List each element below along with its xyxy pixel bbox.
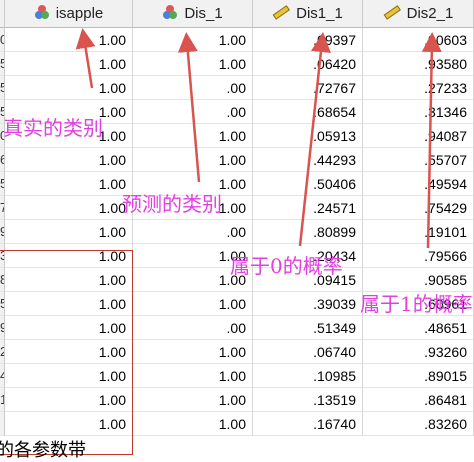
table-cell[interactable]: 1.00 xyxy=(5,148,133,172)
table-cell[interactable]: 1.00 xyxy=(5,172,133,196)
column-header-isapple[interactable]: isapple xyxy=(5,0,133,28)
table-cell[interactable]: .19101 xyxy=(363,220,474,244)
table-cell[interactable]: .72767 xyxy=(253,76,363,100)
column-header-label: Dis2_1 xyxy=(406,5,454,22)
table-cell[interactable]: .51349 xyxy=(253,316,363,340)
column-header-dis2-1[interactable]: Dis2_1 xyxy=(363,0,474,28)
table-cell[interactable]: 1.00 xyxy=(133,148,253,172)
annotation-pred-class: 预测的类别 xyxy=(122,192,222,216)
table-cell[interactable]: .27233 xyxy=(363,76,474,100)
annotation-bottom-text: 的各参数带 xyxy=(0,440,86,461)
table-cell[interactable]: 1.00 xyxy=(5,76,133,100)
table-cell[interactable]: 1.00 xyxy=(5,220,133,244)
table-cell[interactable]: .49594 xyxy=(363,172,474,196)
table-cell[interactable]: .90603 xyxy=(363,28,474,52)
table-cell[interactable]: 1.00 xyxy=(133,124,253,148)
table-cell[interactable]: 1.00 xyxy=(133,52,253,76)
column-header-label: Dis1_1 xyxy=(296,5,343,22)
table-cell[interactable]: 1.00 xyxy=(5,196,133,220)
table-cell[interactable]: .00 xyxy=(133,100,253,124)
annotation-prob-1: 属于1的概率 xyxy=(360,292,473,316)
nominal-variable-icon xyxy=(34,4,50,24)
table-cell[interactable]: .00 xyxy=(133,316,253,340)
table-cell[interactable]: .16740 xyxy=(253,412,363,436)
table-cell[interactable]: .24571 xyxy=(253,196,363,220)
annotation-true-class: 真实的类别 xyxy=(3,116,103,140)
table-cell[interactable]: 1.00 xyxy=(5,52,133,76)
table-cell[interactable]: .05913 xyxy=(253,124,363,148)
column-header-dis-1[interactable]: Dis_1 xyxy=(133,0,253,28)
table-cell[interactable]: .79566 xyxy=(363,244,474,268)
table-cell[interactable]: .06740 xyxy=(253,340,363,364)
table-cell[interactable]: .09397 xyxy=(253,28,363,52)
table-cell[interactable]: .13519 xyxy=(253,388,363,412)
selection-box xyxy=(0,250,133,455)
table-cell[interactable]: .93260 xyxy=(363,340,474,364)
table-cell[interactable]: .50406 xyxy=(253,172,363,196)
table-cell[interactable]: .89015 xyxy=(363,364,474,388)
annotation-prob-0: 属于0的概率 xyxy=(230,254,343,278)
scale-variable-icon xyxy=(383,4,401,24)
table-cell[interactable]: .39039 xyxy=(253,292,363,316)
column-header-label: isapple xyxy=(55,5,104,22)
column-header-dis1-1[interactable]: Dis1_1 xyxy=(253,0,363,28)
table-cell[interactable]: 1.00 xyxy=(133,340,253,364)
table-cell[interactable]: .31346 xyxy=(363,100,474,124)
table-cell[interactable]: 1.00 xyxy=(133,364,253,388)
table-cell[interactable]: 1.00 xyxy=(133,28,253,52)
table-cell[interactable]: .94087 xyxy=(363,124,474,148)
column-header-label: Dis_1 xyxy=(184,5,223,22)
table-cell[interactable]: .00 xyxy=(133,76,253,100)
table-cell[interactable]: 1.00 xyxy=(133,388,253,412)
corner-header xyxy=(0,0,5,28)
table-cell[interactable]: 1.00 xyxy=(133,292,253,316)
table-cell[interactable]: .80899 xyxy=(253,220,363,244)
table-cell[interactable]: 1.00 xyxy=(5,28,133,52)
table-cell[interactable]: 1.00 xyxy=(133,412,253,436)
table-cell[interactable]: .00 xyxy=(133,220,253,244)
table-cell[interactable]: .68654 xyxy=(253,100,363,124)
table-cell[interactable]: .83260 xyxy=(363,412,474,436)
table-cell[interactable]: .48651 xyxy=(363,316,474,340)
table-cell[interactable]: .93580 xyxy=(363,52,474,76)
table-cell[interactable]: .10985 xyxy=(253,364,363,388)
table-cell[interactable]: .06420 xyxy=(253,52,363,76)
nominal-variable-icon xyxy=(162,4,178,24)
table-cell[interactable]: .44293 xyxy=(253,148,363,172)
scale-variable-icon xyxy=(272,4,291,24)
table-cell[interactable]: .86481 xyxy=(363,388,474,412)
table-cell[interactable]: .55707 xyxy=(363,148,474,172)
table-cell[interactable]: .75429 xyxy=(363,196,474,220)
